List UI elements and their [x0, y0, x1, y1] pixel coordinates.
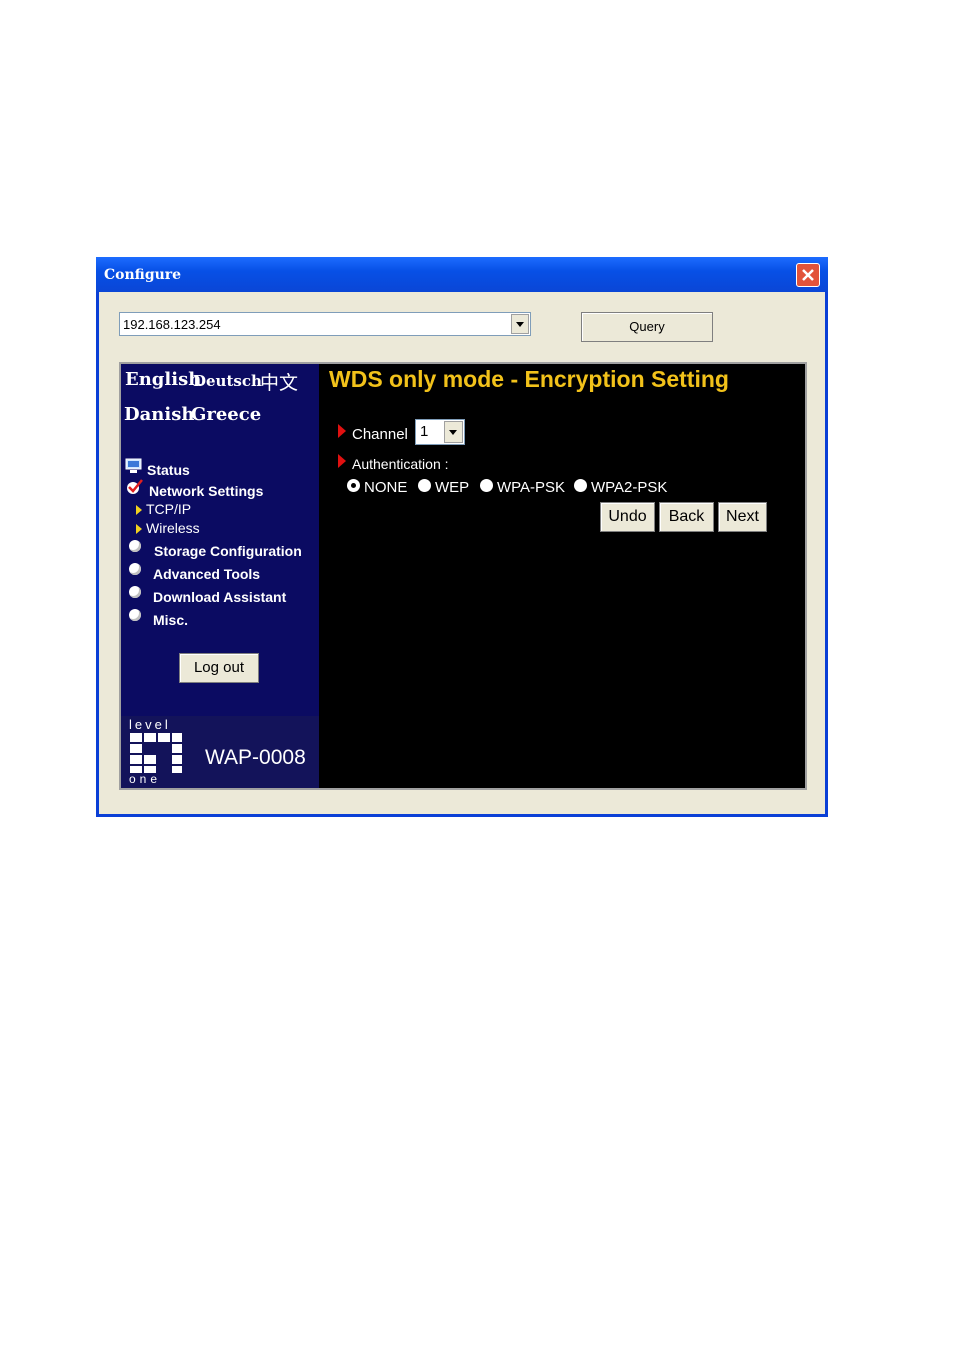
back-button[interactable]: Back: [659, 502, 714, 532]
undo-button[interactable]: Undo: [600, 502, 655, 532]
model-name: WAP-0008: [205, 746, 306, 769]
sidebar-item-tcpip[interactable]: TCP/IP: [146, 501, 191, 517]
levelone-logo-icon: [130, 733, 182, 773]
title-bar[interactable]: Configure: [96, 257, 828, 292]
chevron-down-icon: [449, 430, 457, 435]
radio-wpa2-psk[interactable]: [574, 479, 587, 492]
bullet-icon: [129, 586, 141, 598]
address-dropdown-button[interactable]: [511, 314, 529, 334]
arrow-right-icon: [136, 524, 142, 534]
sidebar-item-advanced-tools[interactable]: Advanced Tools: [153, 566, 260, 582]
channel-label: Channel: [352, 426, 408, 443]
bullet-icon: [129, 540, 141, 552]
sidebar-item-wireless[interactable]: Wireless: [146, 520, 200, 536]
sidebar-item-network-settings[interactable]: Network Settings: [149, 483, 263, 499]
page-title: WDS only mode - Encryption Setting: [329, 366, 729, 392]
sidebar: English Deutsch 中文 Danish Greece Status …: [121, 364, 319, 788]
logo-one-text: one: [129, 772, 162, 786]
window-client: 192.168.123.254 Query English Deutsch 中文…: [99, 292, 825, 814]
arrow-right-icon: [338, 454, 346, 468]
lang-greece[interactable]: Greece: [191, 404, 261, 425]
channel-dropdown-button[interactable]: [444, 421, 463, 443]
window-title: Configure: [104, 267, 182, 283]
radio-none-label[interactable]: NONE: [364, 479, 407, 496]
chevron-down-icon: [516, 322, 524, 327]
radio-wpa2-psk-label[interactable]: WPA2-PSK: [591, 479, 667, 496]
sidebar-item-storage-configuration[interactable]: Storage Configuration: [154, 543, 302, 559]
sidebar-item-download-assistant[interactable]: Download Assistant: [153, 589, 286, 605]
lang-chinese[interactable]: 中文: [260, 368, 298, 395]
close-icon: [802, 269, 814, 281]
lang-danish[interactable]: Danish: [124, 404, 194, 425]
arrow-right-icon: [338, 424, 346, 438]
channel-select[interactable]: 1: [415, 419, 465, 445]
bullet-icon: [129, 563, 141, 575]
sidebar-item-status[interactable]: Status: [147, 462, 190, 478]
query-button[interactable]: Query: [581, 312, 713, 342]
logout-button[interactable]: Log out: [179, 653, 259, 683]
sidebar-item-misc[interactable]: Misc.: [153, 612, 188, 628]
config-frame: English Deutsch 中文 Danish Greece Status …: [119, 362, 807, 790]
channel-value[interactable]: 1: [420, 423, 428, 440]
close-button[interactable]: [796, 263, 820, 287]
monitor-icon: [125, 458, 142, 473]
radio-wep[interactable]: [418, 479, 431, 492]
radio-wpa-psk-label[interactable]: WPA-PSK: [497, 479, 565, 496]
radio-none[interactable]: [347, 479, 360, 492]
lang-deutsch[interactable]: Deutsch: [193, 372, 262, 390]
lang-english[interactable]: English: [125, 369, 201, 390]
arrow-right-icon: [136, 505, 142, 515]
brand-area: level one WAP-0008: [121, 716, 319, 788]
address-combobox[interactable]: 192.168.123.254: [119, 312, 531, 336]
next-button[interactable]: Next: [718, 502, 767, 532]
address-value[interactable]: 192.168.123.254: [123, 317, 221, 332]
checkmark-icon: [127, 479, 143, 494]
authentication-label: Authentication :: [352, 456, 449, 472]
bullet-icon: [129, 609, 141, 621]
configure-window: Configure 192.168.123.254 Query English …: [96, 257, 828, 817]
logo-level-text: level: [129, 717, 171, 732]
radio-wpa-psk[interactable]: [480, 479, 493, 492]
radio-wep-label[interactable]: WEP: [435, 479, 469, 496]
